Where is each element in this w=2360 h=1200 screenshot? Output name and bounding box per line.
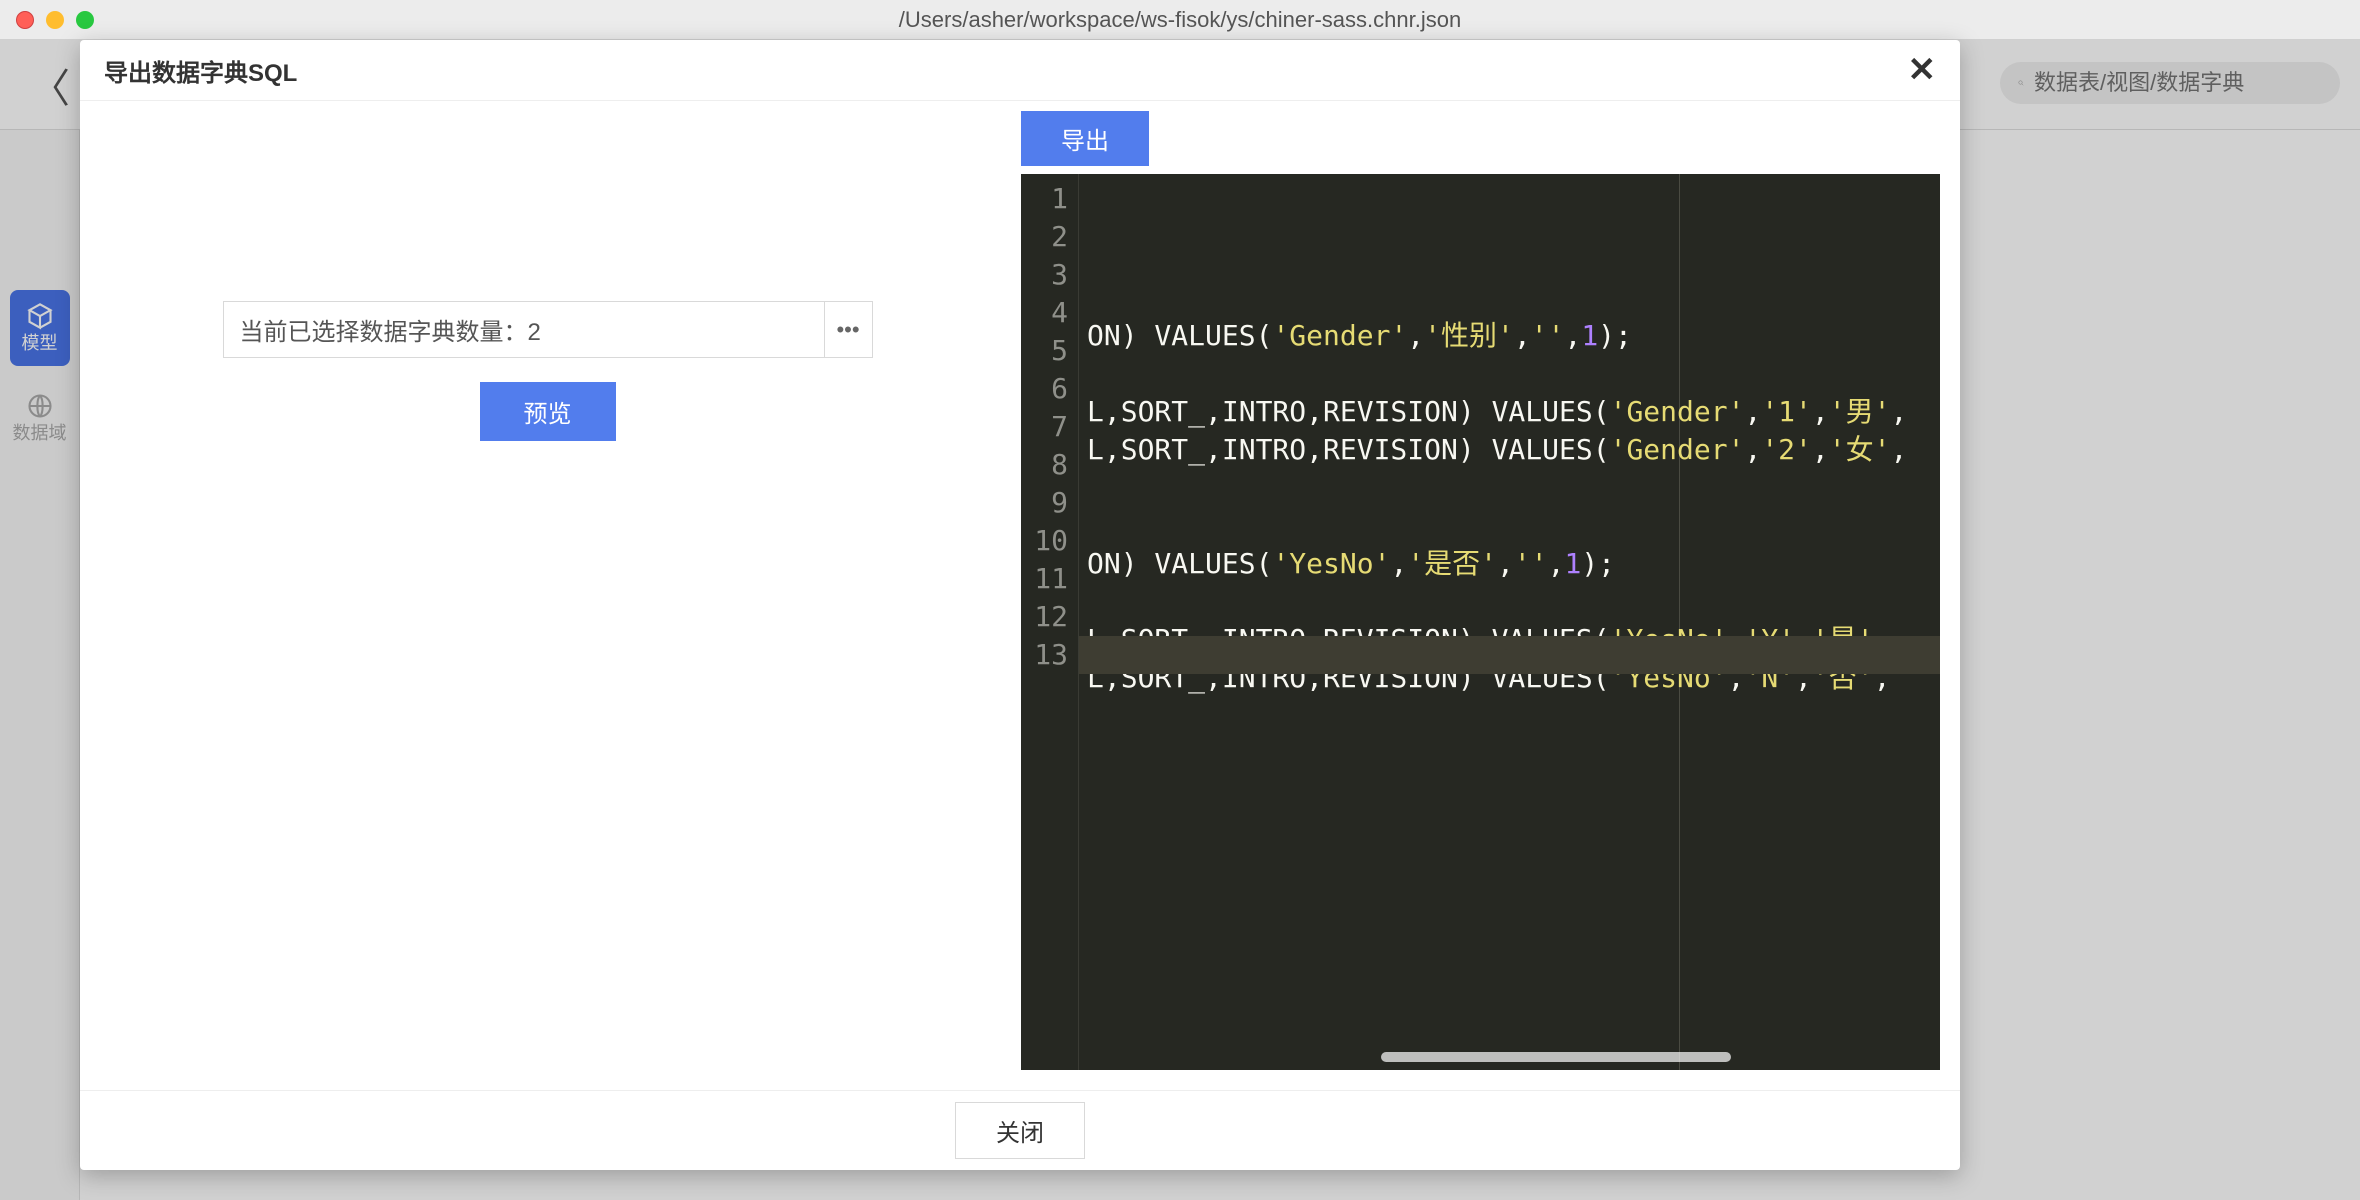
code-line[interactable] [1087, 697, 1940, 735]
more-button[interactable]: ••• [825, 301, 873, 358]
code-line[interactable]: ON) VALUES('YesNo','是否','',1); [1087, 545, 1940, 583]
left-pane: 当前已选择数据字典数量：2 ••• 预览 [80, 101, 1015, 1090]
traffic-lights [0, 11, 94, 29]
modal-footer: 关闭 [80, 1090, 1960, 1170]
code-line[interactable] [1087, 279, 1940, 317]
modal-title: 导出数据字典SQL [104, 53, 297, 88]
window-minimize-icon[interactable] [46, 11, 64, 29]
window-title: /Users/asher/workspace/ws-fisok/ys/chine… [899, 7, 1461, 33]
code-line[interactable] [1087, 507, 1940, 545]
code-line[interactable]: ON) VALUES('Gender','性别','',1); [1087, 317, 1940, 355]
code-line[interactable]: L,SORT_,INTRO,REVISION) VALUES('Gender',… [1087, 393, 1940, 431]
selected-count-value: 2 [528, 319, 541, 346]
modal-body: 当前已选择数据字典数量：2 ••• 预览 导出 1234567891011121… [80, 100, 1960, 1090]
close-icon[interactable]: ✕ [1908, 53, 1937, 87]
editor-content[interactable]: ON) VALUES('Gender','性别','',1); L,SORT_,I… [1079, 174, 1940, 1070]
export-button[interactable]: 导出 [1021, 111, 1149, 166]
preview-button[interactable]: 预览 [480, 382, 616, 441]
window-titlebar: /Users/asher/workspace/ws-fisok/ys/chine… [0, 0, 2360, 40]
window-maximize-icon[interactable] [76, 11, 94, 29]
code-line[interactable] [1087, 355, 1940, 393]
editor-horizontal-scrollbar[interactable] [1381, 1052, 1731, 1062]
selected-count-label: 当前已选择数据字典数量： [240, 319, 528, 346]
selected-count-field[interactable]: 当前已选择数据字典数量：2 [223, 301, 825, 358]
ellipsis-icon: ••• [836, 317, 859, 343]
code-line[interactable] [1087, 469, 1940, 507]
code-line[interactable] [1087, 735, 1940, 773]
right-toolbar: 导出 [1021, 105, 1940, 174]
modal-header: 导出数据字典SQL ✕ [80, 40, 1960, 100]
sql-editor[interactable]: 12345678910111213 ON) VALUES('Gender','性… [1021, 174, 1940, 1070]
code-line[interactable]: L,SORT_,INTRO,REVISION) VALUES('Gender',… [1087, 431, 1940, 469]
modal-close-button[interactable]: 关闭 [955, 1102, 1085, 1159]
code-line[interactable] [1087, 583, 1940, 621]
export-sql-modal: 导出数据字典SQL ✕ 当前已选择数据字典数量：2 ••• 预览 导出 1234… [80, 40, 1960, 1170]
editor-gutter: 12345678910111213 [1021, 174, 1079, 1070]
selected-count-row: 当前已选择数据字典数量：2 ••• [223, 301, 873, 358]
window-close-icon[interactable] [16, 11, 34, 29]
right-pane: 导出 12345678910111213 ON) VALUES('Gender'… [1015, 101, 1960, 1090]
